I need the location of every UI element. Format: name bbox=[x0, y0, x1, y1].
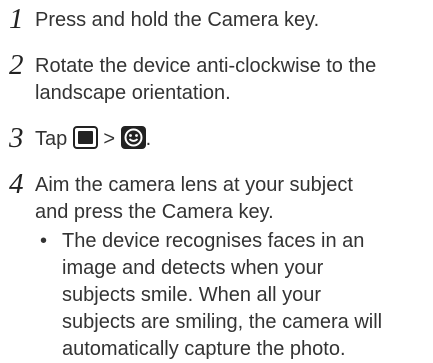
bullet-text: The device recognises faces in an image … bbox=[62, 228, 382, 363]
bullet-line: subjects are smiling, the camera will bbox=[62, 311, 383, 333]
step-number: 1 bbox=[9, 3, 24, 35]
step-tap-label: Tap bbox=[35, 128, 68, 150]
step-text: Aim the camera lens at your subject and … bbox=[35, 172, 431, 226]
step-number: 2 bbox=[9, 49, 24, 81]
step-line: Rotate the device anti-clockwise to the bbox=[35, 55, 377, 77]
step-number: 4 bbox=[9, 168, 24, 200]
step-line: landscape orientation. bbox=[35, 82, 231, 104]
bullet-line: subjects smile. When all your bbox=[62, 284, 321, 306]
instruction-steps: 1 Press and hold the Camera key. 2 Rotat… bbox=[0, 0, 433, 362]
step-text: Press and hold the Camera key. bbox=[35, 7, 431, 34]
bullet-line: automatically capture the photo. bbox=[62, 338, 346, 360]
step-line: and press the Camera key. bbox=[35, 201, 274, 223]
step-number: 3 bbox=[9, 122, 24, 154]
bullet-line: image and detects when your bbox=[62, 257, 324, 279]
camera-mode-box-icon bbox=[72, 126, 98, 149]
step-text: Rotate the device anti-clockwise to the … bbox=[35, 53, 431, 107]
step-separator: > bbox=[103, 128, 116, 150]
bullet-line: The device recognises faces in an bbox=[62, 230, 365, 252]
step-line: Press and hold the Camera key. bbox=[35, 9, 320, 31]
bullet-symbol: • bbox=[40, 230, 48, 252]
smile-shot-icon bbox=[120, 126, 146, 149]
smile-face-glyph bbox=[124, 128, 143, 147]
step-period: . bbox=[145, 128, 152, 150]
step-line: Aim the camera lens at your subject bbox=[35, 174, 353, 196]
step-text: Tap > . bbox=[35, 126, 431, 153]
